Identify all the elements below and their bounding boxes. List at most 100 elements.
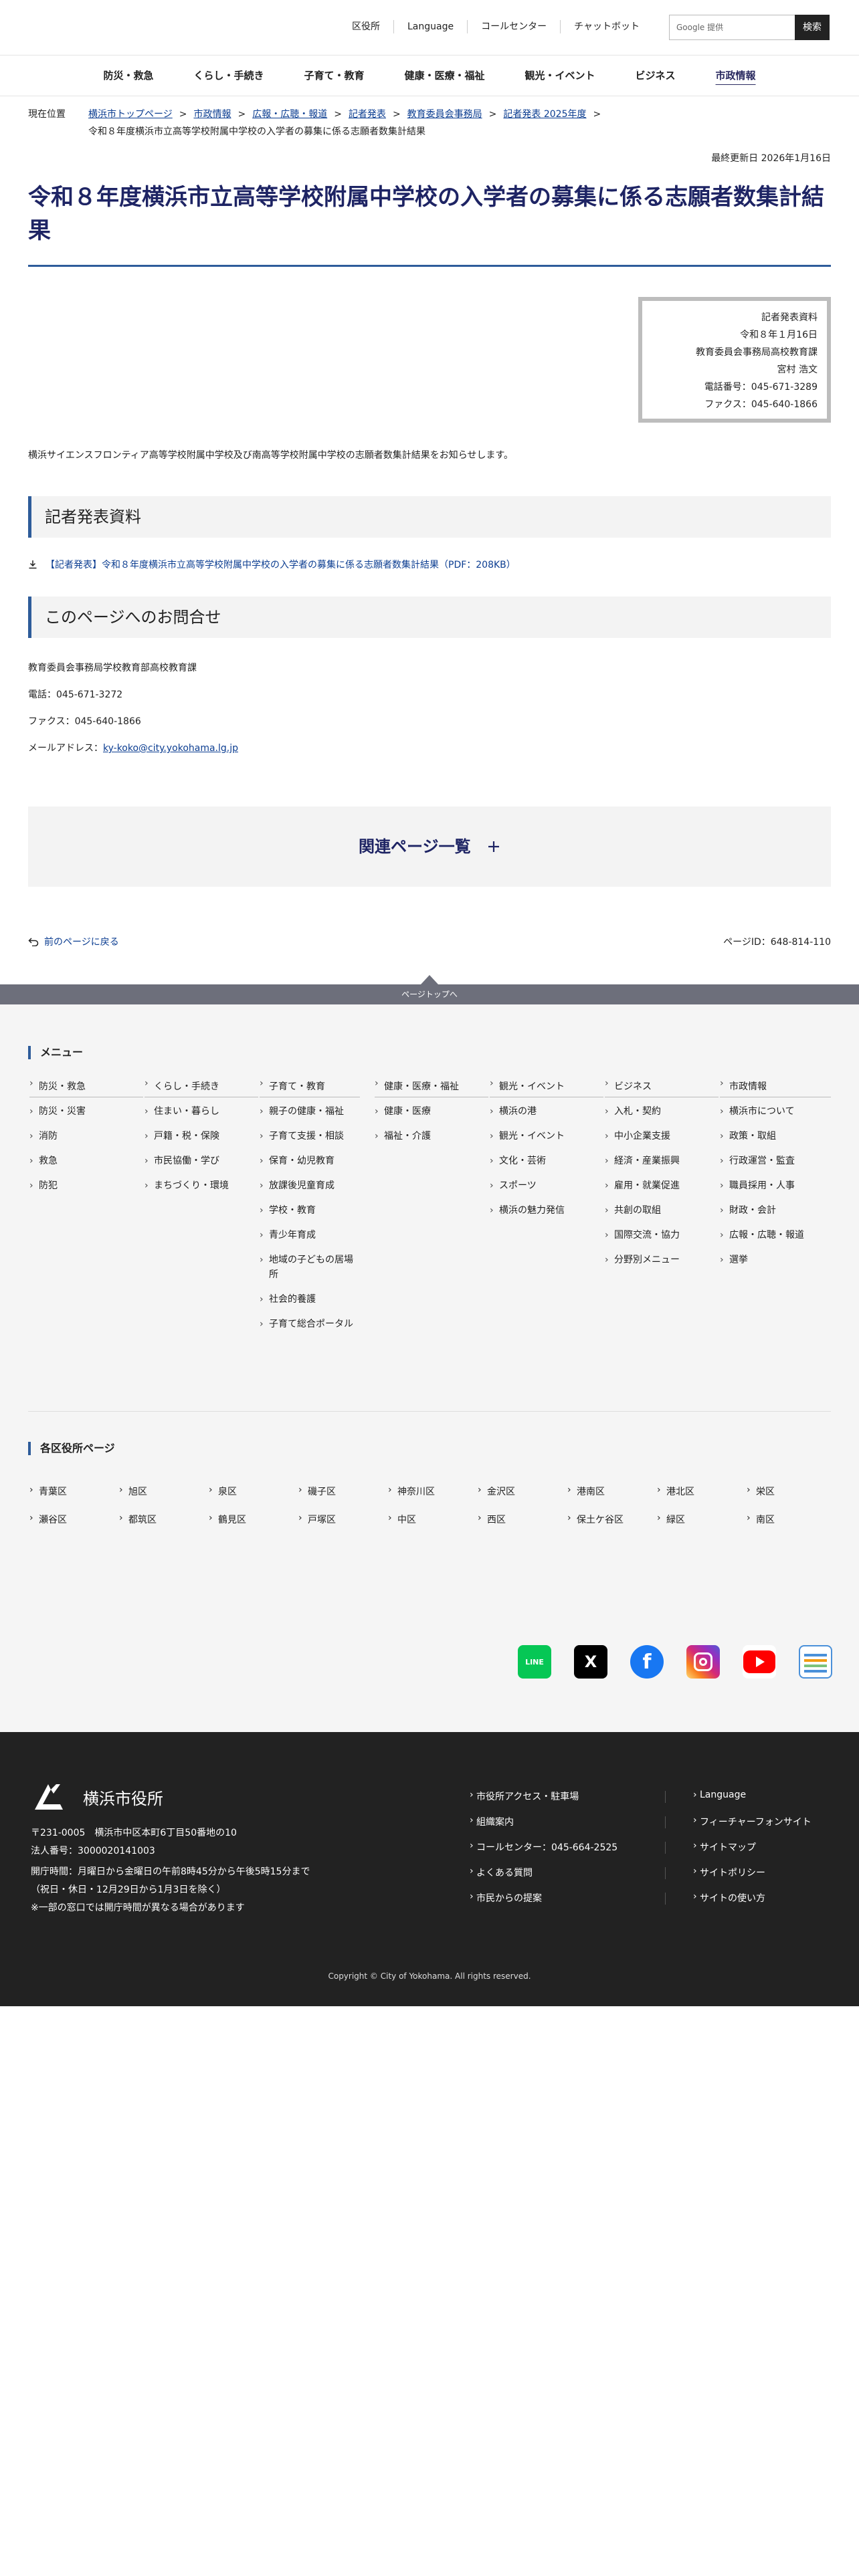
menu-item[interactable]: 雇用・就業促進 xyxy=(605,1178,719,1193)
menu-item[interactable]: 分野別メニュー xyxy=(605,1253,719,1267)
menu-item[interactable]: 福祉・介護 xyxy=(375,1129,488,1144)
menu-item[interactable]: 広報・広聴・報道 xyxy=(720,1228,831,1243)
breadcrumb-link-press-2025[interactable]: 記者発表 2025年度 xyxy=(503,109,586,120)
menu-column-head[interactable]: 健康・医療・福祉 xyxy=(375,1078,488,1097)
menu-item[interactable]: 消防 xyxy=(29,1129,143,1144)
download-link[interactable]: 【記者発表】令和８年度横浜市立高等学校附属中学校の入学者の募集に係る志願者数集計… xyxy=(28,558,516,571)
footer-link-language[interactable]: Language xyxy=(693,1790,746,1800)
footer-link-policy[interactable]: サイトポリシー xyxy=(693,1866,765,1879)
menu-item[interactable]: 職員採用・人事 xyxy=(720,1178,831,1193)
search-input[interactable]: Google 提供 xyxy=(669,15,795,40)
menu-item[interactable]: 横浜の港 xyxy=(490,1104,603,1119)
related-pages-toggle[interactable]: 関連ページ一覧 xyxy=(28,807,831,887)
menu-item[interactable]: 戸籍・税・保険 xyxy=(145,1129,258,1144)
ward-link[interactable]: 港南区 xyxy=(567,1485,605,1498)
menu-item[interactable]: 中小企業支援 xyxy=(605,1129,719,1144)
x-icon[interactable]: X xyxy=(574,1645,607,1679)
ward-link[interactable]: 西区 xyxy=(478,1513,506,1526)
nav-item-living[interactable]: くらし・手続き xyxy=(173,56,284,96)
menu-item[interactable]: スポーツ xyxy=(490,1178,603,1193)
ward-link[interactable]: 磯子区 xyxy=(298,1485,336,1498)
menu-item[interactable]: 共創の取組 xyxy=(605,1203,719,1218)
menu-item[interactable]: 保育・幼児教育 xyxy=(260,1154,360,1168)
line-icon[interactable]: LINE xyxy=(518,1645,551,1679)
ward-link[interactable]: 旭区 xyxy=(119,1485,147,1498)
nav-item-business[interactable]: ビジネス xyxy=(615,56,696,96)
menu-column-head[interactable]: 子育て・教育 xyxy=(260,1078,360,1097)
menu-item[interactable]: 経済・産業振興 xyxy=(605,1154,719,1168)
ward-link[interactable]: 青葉区 xyxy=(29,1485,67,1498)
nav-item-tourism[interactable]: 観光・イベント xyxy=(505,56,615,96)
menu-column-head[interactable]: 市政情報 xyxy=(720,1078,831,1097)
footer-link-featurephone[interactable]: フィーチャーフォンサイト xyxy=(693,1815,812,1828)
ward-link[interactable]: 神奈川区 xyxy=(388,1485,435,1498)
footer-link-access[interactable]: 市役所アクセス・駐車場 xyxy=(470,1790,579,1803)
breadcrumb-link-city-info[interactable]: 市政情報 xyxy=(193,109,231,120)
menu-item[interactable]: 政策・取組 xyxy=(720,1129,831,1144)
ward-link[interactable]: 中区 xyxy=(388,1513,416,1526)
ward-link[interactable]: 瀬谷区 xyxy=(29,1513,67,1526)
ward-link[interactable]: 都筑区 xyxy=(119,1513,157,1526)
ward-link[interactable]: 緑区 xyxy=(657,1513,685,1526)
ward-link[interactable]: 南区 xyxy=(747,1513,775,1526)
menu-item[interactable]: 青少年育成 xyxy=(260,1228,360,1243)
menu-column-head[interactable]: 観光・イベント xyxy=(490,1078,603,1097)
utility-link-chatbot[interactable]: チャットボット xyxy=(560,20,653,33)
menu-item[interactable]: まちづくり・環境 xyxy=(145,1178,258,1193)
ward-link[interactable]: 栄区 xyxy=(747,1485,775,1498)
footer-link-proposal[interactable]: 市民からの提案 xyxy=(470,1891,542,1905)
footer-link-callcenter[interactable]: コールセンター：045-664-2525 xyxy=(470,1840,617,1854)
ward-link[interactable]: 泉区 xyxy=(209,1485,237,1498)
ward-link[interactable]: 港北区 xyxy=(657,1485,694,1498)
search-button[interactable]: 検索 xyxy=(795,15,830,40)
menu-item[interactable]: 親子の健康・福祉 xyxy=(260,1104,360,1119)
footer-link-faq[interactable]: よくある質問 xyxy=(470,1866,533,1879)
menu-item[interactable]: 国際交流・協力 xyxy=(605,1228,719,1243)
utility-link-ward[interactable]: 区役所 xyxy=(339,20,393,33)
nav-item-childcare[interactable]: 子育て・教育 xyxy=(284,56,384,96)
menu-item[interactable]: 選挙 xyxy=(720,1253,831,1267)
menu-item[interactable]: 地域の子どもの居場所 xyxy=(260,1253,360,1282)
menu-column-head[interactable]: 防災・救急 xyxy=(29,1078,143,1097)
menu-item[interactable]: 防犯 xyxy=(29,1178,143,1193)
facebook-icon[interactable]: f xyxy=(630,1645,664,1679)
breadcrumb-link-top[interactable]: 横浜市トップページ xyxy=(88,109,173,120)
ward-link[interactable]: 金沢区 xyxy=(478,1485,515,1498)
menu-item[interactable]: 横浜市について xyxy=(720,1104,831,1119)
ward-link[interactable]: 保土ケ谷区 xyxy=(567,1513,624,1526)
menu-item[interactable]: 健康・医療 xyxy=(375,1104,488,1119)
ward-link[interactable]: 鶴見区 xyxy=(209,1513,246,1526)
menu-item[interactable]: 子育て総合ポータル xyxy=(260,1317,360,1331)
nav-item-disaster[interactable]: 防災・救急 xyxy=(83,56,173,96)
menu-item[interactable]: 行政運営・監査 xyxy=(720,1154,831,1168)
page-top-button[interactable]: ページトップへ xyxy=(0,975,859,1004)
menu-item[interactable]: 社会的養護 xyxy=(260,1292,360,1307)
menu-item[interactable]: 観光・イベント xyxy=(490,1129,603,1144)
menu-item[interactable]: 子育て支援・相談 xyxy=(260,1129,360,1144)
menu-column-head[interactable]: ビジネス xyxy=(605,1078,719,1097)
breadcrumb-link-pr[interactable]: 広報・広聴・報道 xyxy=(252,109,327,120)
footer-link-organization[interactable]: 組織案内 xyxy=(470,1815,514,1828)
breadcrumb-link-board[interactable]: 教育委員会事務局 xyxy=(407,109,482,120)
youtube-icon[interactable] xyxy=(743,1645,776,1679)
ward-link[interactable]: 戸塚区 xyxy=(298,1513,336,1526)
menu-item[interactable]: 学校・教育 xyxy=(260,1203,360,1218)
menu-item[interactable]: 横浜の魅力発信 xyxy=(490,1203,603,1218)
menu-item[interactable]: 救急 xyxy=(29,1154,143,1168)
menu-item[interactable]: 防災・災害 xyxy=(29,1104,143,1119)
footer-link-sitemap[interactable]: サイトマップ xyxy=(693,1840,756,1854)
nav-item-city-info[interactable]: 市政情報 xyxy=(696,56,776,96)
news-icon[interactable] xyxy=(799,1645,832,1679)
menu-item[interactable]: 財政・会計 xyxy=(720,1203,831,1218)
download-link-text[interactable]: 【記者発表】令和８年度横浜市立高等学校附属中学校の入学者の募集に係る志願者数集計… xyxy=(45,558,516,571)
breadcrumb-link-press[interactable]: 記者発表 xyxy=(349,109,386,120)
menu-item[interactable]: 住まい・暮らし xyxy=(145,1104,258,1119)
footer-link-howto[interactable]: サイトの使い方 xyxy=(693,1891,765,1905)
back-link-text[interactable]: 前のページに戻る xyxy=(44,935,119,948)
menu-item[interactable]: 入札・契約 xyxy=(605,1104,719,1119)
menu-item[interactable]: 放課後児童育成 xyxy=(260,1178,360,1193)
utility-link-language[interactable]: Language xyxy=(393,20,467,33)
contact-mail-link[interactable]: ky-koko@city.yokohama.lg.jp xyxy=(103,743,238,754)
back-link[interactable]: 前のページに戻る xyxy=(28,935,119,948)
menu-item[interactable]: 市民協働・学び xyxy=(145,1154,258,1168)
